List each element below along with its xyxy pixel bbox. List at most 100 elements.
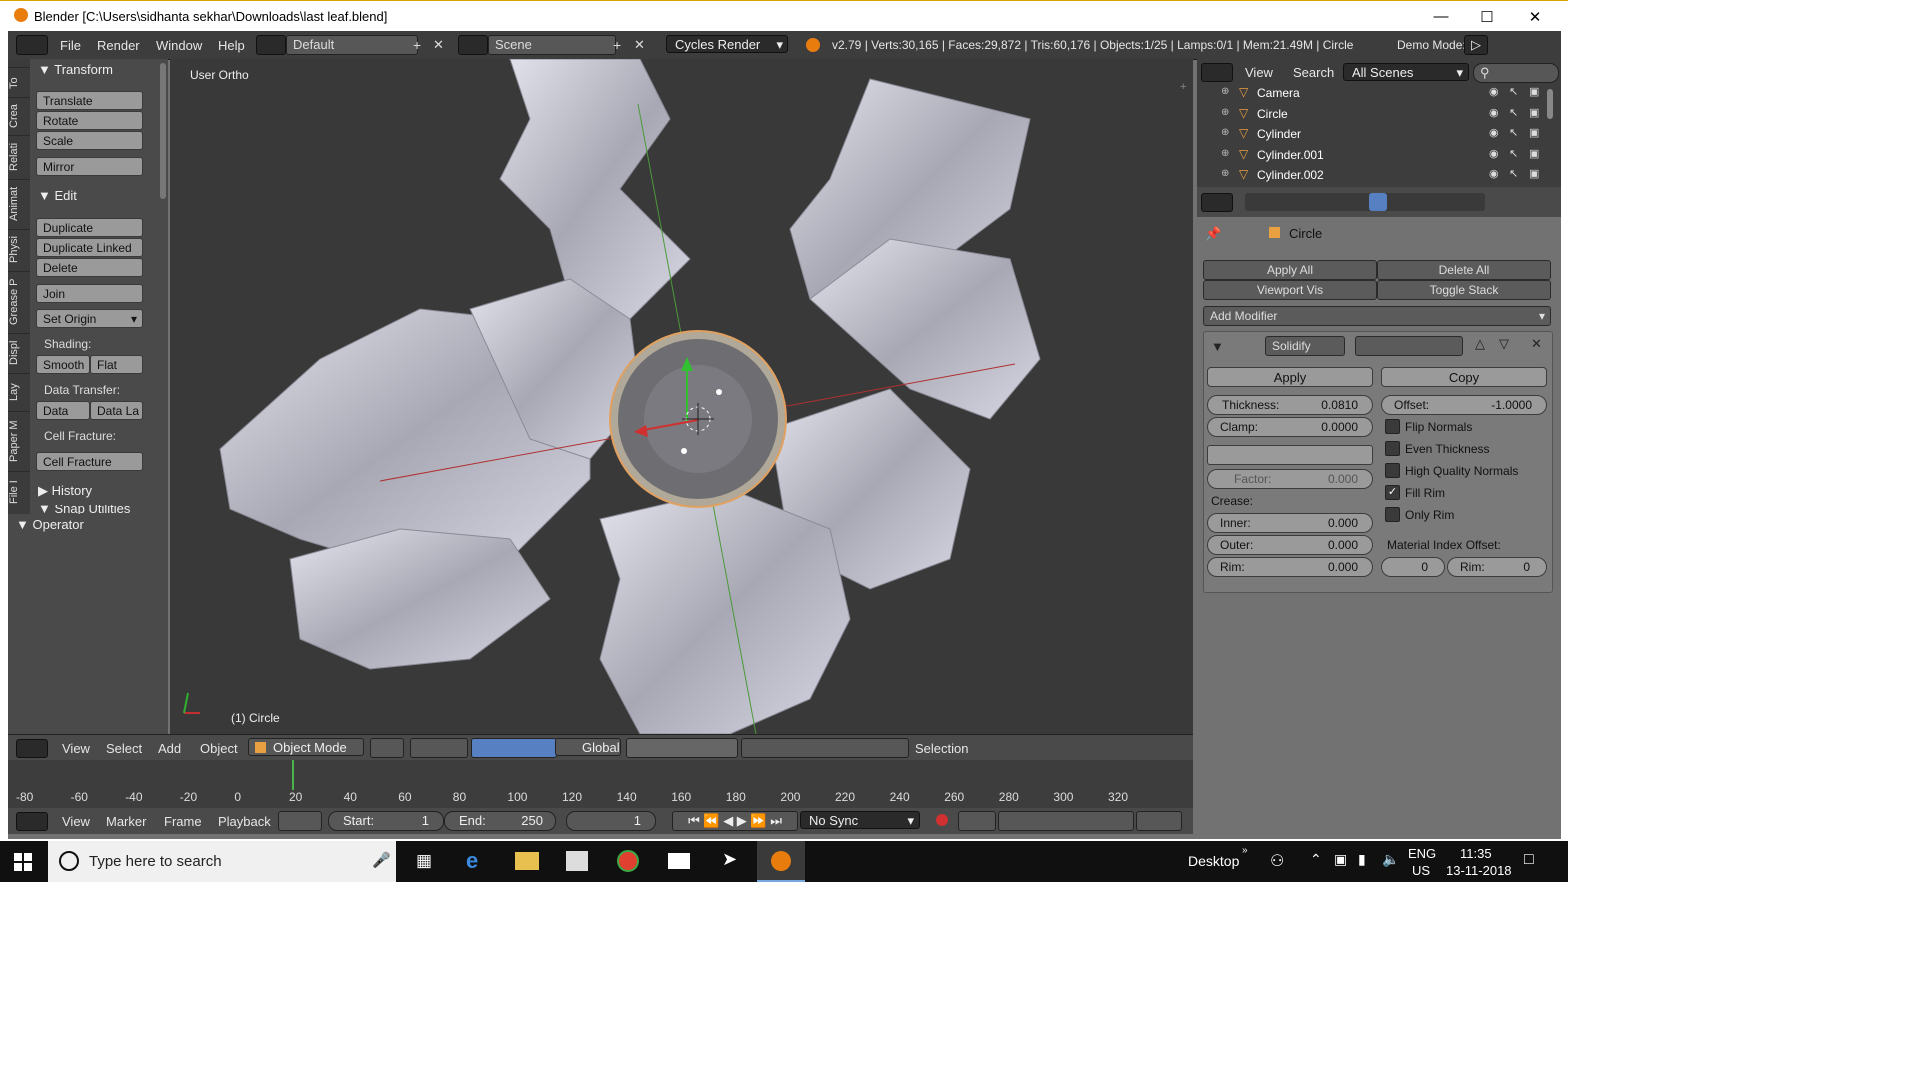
- blender-taskbar-button[interactable]: [757, 841, 805, 882]
- editor-type-info-icon[interactable]: [16, 35, 48, 55]
- tab-animation[interactable]: Animat: [8, 179, 30, 228]
- tab-grease-pencil[interactable]: Grease P: [8, 271, 30, 332]
- history-panel-header[interactable]: ▶ History: [38, 483, 92, 499]
- scene-browse-icon[interactable]: [458, 35, 488, 55]
- menu-playback[interactable]: Playback: [218, 814, 271, 829]
- menu-timeline-view[interactable]: View: [62, 814, 90, 829]
- mirror-button[interactable]: Mirror: [36, 157, 143, 176]
- delete-button[interactable]: Delete: [36, 258, 143, 277]
- viewport-shading-select[interactable]: [370, 738, 404, 758]
- store-icon[interactable]: [566, 851, 588, 871]
- material-rim-offset-field[interactable]: Rim: 0: [1447, 557, 1547, 577]
- remove-scene-icon[interactable]: ✕: [634, 37, 645, 53]
- layer-buttons[interactable]: [626, 738, 738, 758]
- apply-all-button[interactable]: Apply All: [1203, 260, 1377, 280]
- outliner-row[interactable]: ⊕ ▽ Camera ◉ ↖ ▣: [1197, 83, 1547, 103]
- visibility-eye-icon[interactable]: ◉: [1489, 85, 1499, 98]
- visibility-eye-icon[interactable]: ◉: [1489, 167, 1499, 180]
- outliner-row[interactable]: ⊕ ▽ Cylinder ◉ ↖ ▣: [1197, 124, 1547, 144]
- menu-help[interactable]: Help: [218, 38, 245, 53]
- renderable-camera-icon[interactable]: ▣: [1529, 126, 1539, 139]
- pivot-select[interactable]: [410, 738, 468, 758]
- delete-all-button[interactable]: Delete All: [1377, 260, 1551, 280]
- tab-paper-model[interactable]: Paper M: [8, 411, 30, 470]
- add-modifier-select[interactable]: Add Modifier ▾: [1203, 306, 1551, 326]
- translate-button[interactable]: Translate: [36, 91, 143, 110]
- outliner-row[interactable]: ⊕ ▽ Circle ◉ ↖ ▣: [1197, 104, 1547, 124]
- viewport-vis-button[interactable]: Viewport Vis: [1203, 280, 1377, 300]
- shelf-scrollbar[interactable]: [160, 63, 166, 199]
- visibility-eye-icon[interactable]: ◉: [1489, 147, 1499, 160]
- tab-relations[interactable]: Relati: [8, 135, 30, 178]
- preview-range-toggle[interactable]: [278, 811, 322, 831]
- thickness-field[interactable]: Thickness: 0.0810: [1207, 395, 1373, 415]
- windows-start-icon[interactable]: [14, 853, 32, 871]
- flip-normals-checkbox[interactable]: [1385, 419, 1400, 434]
- editor-type-3d-icon[interactable]: [16, 739, 48, 758]
- outliner-scrollbar[interactable]: [1547, 89, 1553, 119]
- menu-frame[interactable]: Frame: [164, 814, 202, 829]
- rim-crease-field[interactable]: Rim: 0.000: [1207, 557, 1373, 577]
- operator-panel-header[interactable]: ▼ Operator: [16, 517, 84, 532]
- duplicate-linked-button[interactable]: Duplicate Linked: [36, 238, 143, 257]
- editor-type-properties-icon[interactable]: [1201, 193, 1233, 212]
- start-frame-field[interactable]: Start: 1: [328, 811, 444, 831]
- data-layers-button[interactable]: Data La: [90, 401, 143, 420]
- app-icon[interactable]: ➤: [722, 849, 737, 870]
- tab-display[interactable]: Displ: [8, 333, 30, 372]
- active-keying-set-field[interactable]: [998, 811, 1134, 831]
- playback-controls[interactable]: ⏮ ⏪ ◀ ▶ ⏩ ⏭: [672, 811, 798, 831]
- minimize-button[interactable]: —: [1418, 1, 1464, 32]
- outliner-row[interactable]: ⊕ ▽ Cylinder.001 ◉ ↖ ▣: [1197, 145, 1547, 165]
- menu-render[interactable]: Render: [97, 38, 140, 53]
- tab-create[interactable]: Crea: [8, 97, 30, 134]
- menu-file[interactable]: File: [60, 38, 81, 53]
- visibility-eye-icon[interactable]: ◉: [1489, 126, 1499, 139]
- transform-panel-header[interactable]: ▼ Transform: [38, 62, 113, 77]
- current-frame-field[interactable]: 1: [566, 811, 656, 831]
- selectable-cursor-icon[interactable]: ↖: [1509, 167, 1518, 180]
- move-up-icon[interactable]: △: [1475, 336, 1485, 352]
- scale-button[interactable]: Scale: [36, 131, 143, 150]
- task-view-icon[interactable]: ▦: [416, 851, 432, 871]
- vertex-group-field[interactable]: [1207, 445, 1373, 465]
- modifier-name-field[interactable]: Solidify: [1265, 336, 1345, 356]
- chrome-icon[interactable]: [617, 850, 639, 872]
- selectable-cursor-icon[interactable]: ↖: [1509, 126, 1518, 139]
- modifier-tab-wrench-icon[interactable]: [1369, 193, 1387, 211]
- high-quality-normals-checkbox[interactable]: [1385, 463, 1400, 478]
- expand-icon[interactable]: ⊕: [1221, 148, 1229, 159]
- menu-view[interactable]: View: [62, 741, 90, 756]
- tab-layers[interactable]: Lay: [8, 373, 30, 410]
- offset-field[interactable]: Offset: -1.0000: [1381, 395, 1547, 415]
- layout-field[interactable]: Default: [286, 35, 418, 55]
- join-button[interactable]: Join: [36, 284, 143, 303]
- properties-toggle-icon[interactable]: +: [1180, 81, 1186, 93]
- rotate-button[interactable]: Rotate: [36, 111, 143, 130]
- set-origin-select[interactable]: Set Origin ▾: [36, 309, 143, 328]
- material-offset-field[interactable]: 0: [1381, 557, 1445, 577]
- network-icon[interactable]: ▣: [1334, 851, 1347, 868]
- snap-and-render-buttons[interactable]: [741, 738, 909, 758]
- selectable-cursor-icon[interactable]: ↖: [1509, 106, 1518, 119]
- mail-icon[interactable]: [668, 853, 690, 869]
- menu-outliner-search[interactable]: Search: [1293, 65, 1334, 80]
- 3d-viewport[interactable]: User Ortho + (1) Circle: [170, 59, 1193, 734]
- visibility-eye-icon[interactable]: ◉: [1489, 106, 1499, 119]
- modifier-collapse-icon[interactable]: ▼: [1211, 339, 1224, 354]
- pin-icon[interactable]: 📌: [1205, 226, 1221, 242]
- apply-modifier-button[interactable]: Apply: [1207, 367, 1373, 387]
- record-icon[interactable]: [936, 814, 948, 826]
- flat-button[interactable]: Flat: [90, 355, 143, 374]
- editor-type-outliner-icon[interactable]: [1201, 63, 1233, 82]
- only-rim-checkbox[interactable]: [1385, 507, 1400, 522]
- editor-type-timeline-icon[interactable]: [16, 812, 48, 831]
- expand-icon[interactable]: ⊕: [1221, 107, 1229, 118]
- renderable-camera-icon[interactable]: ▣: [1529, 147, 1539, 160]
- remove-layout-icon[interactable]: ✕: [433, 37, 444, 53]
- expand-icon[interactable]: ⊕: [1221, 86, 1229, 97]
- notifications-icon[interactable]: □: [1524, 851, 1534, 869]
- duplicate-button[interactable]: Duplicate: [36, 218, 143, 237]
- expand-icon[interactable]: ⊕: [1221, 168, 1229, 179]
- play-icon[interactable]: ▷: [1464, 35, 1488, 55]
